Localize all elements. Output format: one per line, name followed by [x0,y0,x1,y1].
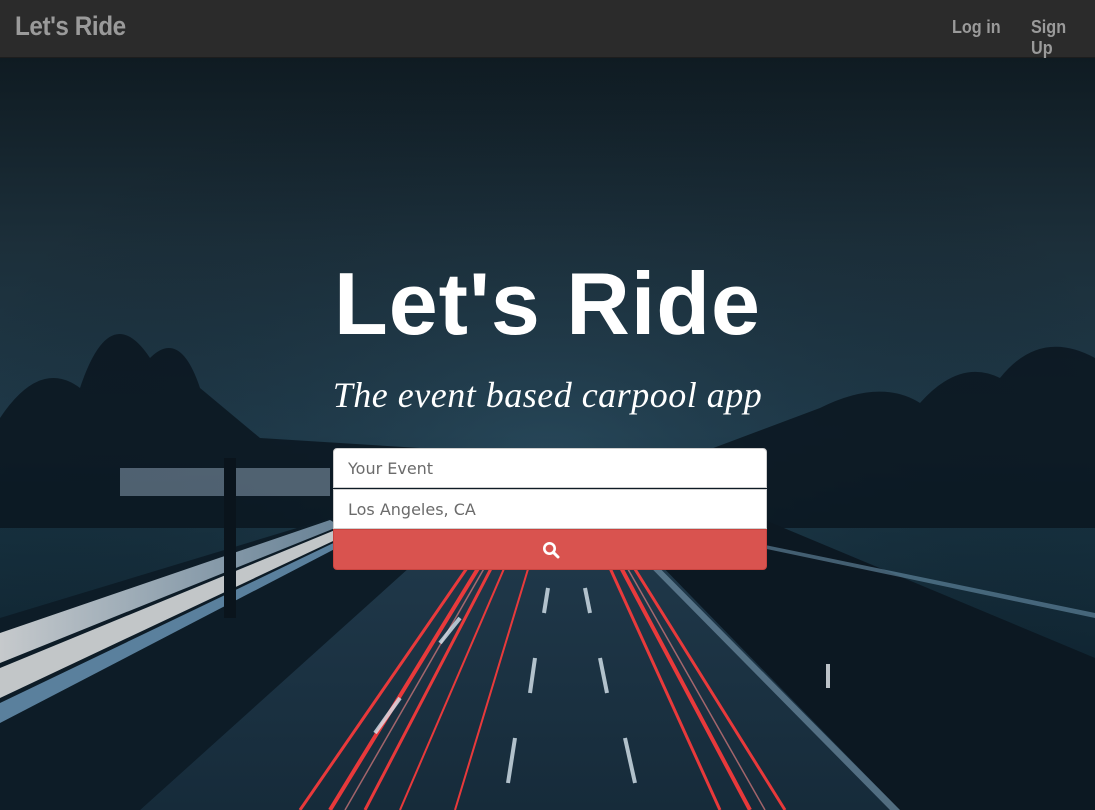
hero-background-image [0,58,1095,810]
hero-section: Let's Ride The event based carpool app [0,58,1095,810]
search-button[interactable] [333,529,767,570]
location-input[interactable] [333,489,767,529]
search-form [333,448,767,570]
signup-link[interactable]: Sign Up [1031,17,1089,59]
hero-title: Let's Ride [333,254,761,353]
event-input[interactable] [333,448,767,488]
login-link[interactable]: Log in [952,17,1001,38]
hero-subtitle: The event based carpool app [332,375,763,415]
brand-logo-link[interactable]: Let's Ride [15,11,126,42]
top-navbar: Let's Ride Log in Sign Up [0,0,1095,58]
